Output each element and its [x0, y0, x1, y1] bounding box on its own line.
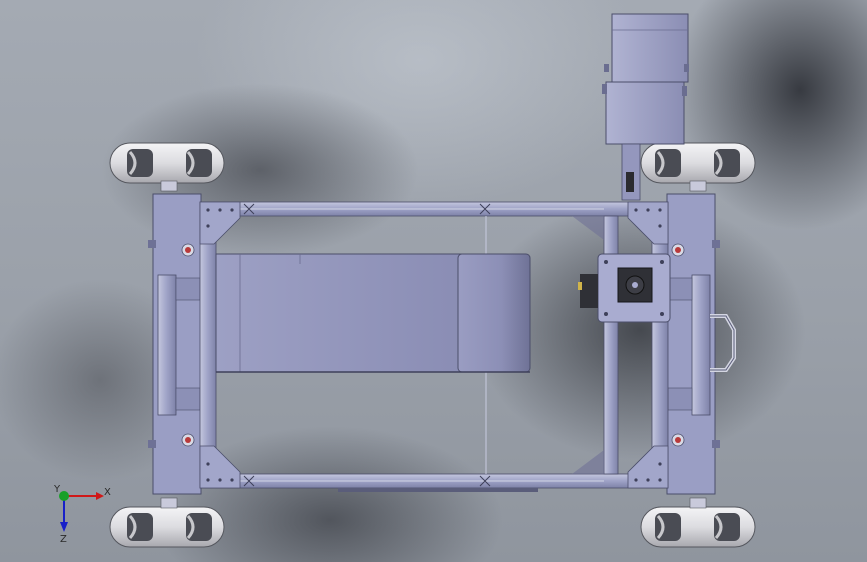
- y-axis-label: Y: [53, 484, 61, 495]
- x-axis-label: X: [104, 487, 111, 498]
- x-axis-arrow: [96, 492, 104, 500]
- y-axis-dot: [59, 491, 69, 501]
- graphics-viewport[interactable]: X Y Z: [0, 0, 867, 562]
- orientation-triad: X Y Z: [53, 484, 111, 545]
- z-axis-label: Z: [60, 534, 67, 545]
- z-axis-arrow: [60, 522, 68, 532]
